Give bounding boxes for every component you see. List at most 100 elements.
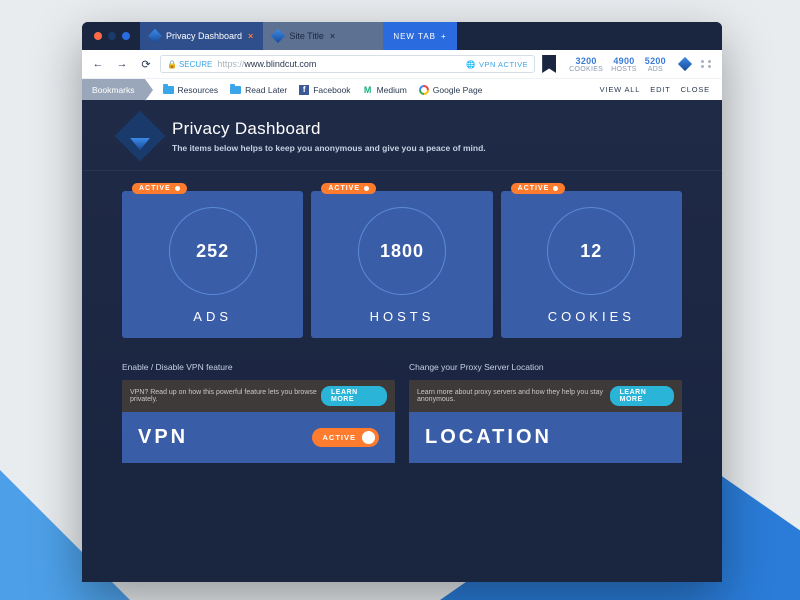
url-input[interactable]: 🔒 SECURE https://www.blindcut.com 🌐 VPN … bbox=[160, 55, 535, 73]
page-subtitle: The items below helps to keep you anonym… bbox=[172, 143, 486, 153]
lock-icon: 🔒 bbox=[167, 60, 177, 69]
vpn-toggle[interactable]: ACTIVE bbox=[312, 428, 379, 447]
card-hosts[interactable]: ACTIVE 1800 HOSTS bbox=[311, 191, 492, 338]
page-content: Privacy Dashboard The items below helps … bbox=[82, 100, 722, 483]
url-domain: www.blindcut.com bbox=[244, 59, 316, 69]
stat-cookies: 3200 COOKIES bbox=[569, 56, 603, 73]
reload-button[interactable]: ⟳ bbox=[136, 54, 156, 74]
feature-body: VPN ACTIVE bbox=[122, 412, 395, 463]
tab-label: Privacy Dashboard bbox=[166, 31, 242, 41]
blocker-stats: 3200 COOKIES 4900 HOSTS 5200 ADS bbox=[563, 56, 672, 73]
tab-strip: Privacy Dashboard × Site Title × NEW TAB… bbox=[82, 22, 722, 50]
stat-hosts: 4900 HOSTS bbox=[611, 56, 637, 73]
stat-ads: 5200 ADS bbox=[645, 56, 666, 73]
menu-button[interactable] bbox=[698, 57, 716, 71]
card-label: ADS bbox=[193, 309, 232, 324]
page-title: Privacy Dashboard bbox=[172, 119, 486, 139]
toggle-label: ACTIVE bbox=[322, 433, 356, 442]
bookmark-medium[interactable]: M Medium bbox=[363, 85, 407, 95]
folder-icon bbox=[163, 86, 174, 94]
back-button[interactable]: ← bbox=[88, 54, 108, 74]
bookmark-read-later[interactable]: Read Later bbox=[230, 85, 287, 95]
feature-vpn: Enable / Disable VPN feature VPN? Read u… bbox=[122, 362, 395, 463]
feature-title: LOCATION bbox=[425, 426, 552, 449]
stat-ring: 252 bbox=[169, 207, 257, 295]
active-badge: ACTIVE bbox=[321, 183, 376, 194]
feature-caption: Change your Proxy Server Location bbox=[409, 362, 682, 372]
stat-value: 12 bbox=[580, 241, 602, 262]
new-tab-button[interactable]: NEW TAB + bbox=[383, 22, 456, 50]
app-logo-icon bbox=[122, 118, 158, 154]
bookmarks-bar: Bookmarks Resources Read Later f Facebook… bbox=[82, 78, 722, 100]
learn-more-button[interactable]: LEARN MORE bbox=[610, 386, 674, 406]
stat-label: HOSTS bbox=[611, 66, 637, 73]
close-window-icon[interactable] bbox=[94, 32, 102, 40]
secure-label: SECURE bbox=[179, 60, 212, 69]
plus-icon: + bbox=[441, 32, 447, 41]
bookmark-icon[interactable] bbox=[542, 55, 556, 73]
app-diamond-icon bbox=[271, 29, 285, 43]
page-header: Privacy Dashboard The items below helps … bbox=[82, 100, 722, 170]
maximize-window-icon[interactable] bbox=[122, 32, 130, 40]
vpn-active-badge: 🌐 VPN ACTIVE bbox=[466, 60, 528, 69]
bookmark-label: Medium bbox=[377, 85, 407, 95]
card-cookies[interactable]: ACTIVE 12 COOKIES bbox=[501, 191, 682, 338]
learn-more-button[interactable]: LEARN MORE bbox=[321, 386, 387, 406]
feature-panels: Enable / Disable VPN feature VPN? Read u… bbox=[82, 356, 722, 463]
stat-ring: 12 bbox=[547, 207, 635, 295]
feature-body: LOCATION bbox=[409, 412, 682, 463]
bookmark-facebook[interactable]: f Facebook bbox=[299, 85, 350, 95]
stat-value: 3200 bbox=[569, 56, 603, 66]
stat-value: 1800 bbox=[380, 241, 424, 262]
secure-badge: 🔒 SECURE bbox=[167, 60, 212, 69]
app-diamond-icon[interactable] bbox=[678, 57, 692, 71]
app-diamond-icon bbox=[148, 29, 162, 43]
tab-privacy-dashboard[interactable]: Privacy Dashboard × bbox=[140, 22, 263, 50]
address-bar: ← → ⟳ 🔒 SECURE https://www.blindcut.com … bbox=[82, 50, 722, 78]
tab-site-title[interactable]: Site Title × bbox=[263, 22, 383, 50]
feature-info-bar: VPN? Read up on how this powerful featur… bbox=[122, 380, 395, 412]
close-tab-icon[interactable]: × bbox=[248, 31, 253, 41]
card-label: HOSTS bbox=[370, 309, 435, 324]
vpn-label: VPN ACTIVE bbox=[479, 60, 528, 69]
new-tab-label: NEW TAB bbox=[393, 32, 436, 41]
google-icon bbox=[419, 85, 429, 95]
card-label: COOKIES bbox=[548, 309, 635, 324]
stat-label: COOKIES bbox=[569, 66, 603, 73]
minimize-window-icon[interactable] bbox=[108, 32, 116, 40]
view-all-button[interactable]: VIEW ALL bbox=[600, 85, 641, 94]
stat-value: 5200 bbox=[645, 56, 666, 66]
facebook-icon: f bbox=[299, 85, 309, 95]
medium-icon: M bbox=[363, 85, 373, 95]
folder-icon bbox=[230, 86, 241, 94]
url-protocol: https:// bbox=[217, 59, 244, 69]
feature-info-bar: Learn more about proxy servers and how t… bbox=[409, 380, 682, 412]
close-button[interactable]: CLOSE bbox=[681, 85, 710, 94]
feature-info-text: Learn more about proxy servers and how t… bbox=[417, 389, 610, 403]
edit-button[interactable]: EDIT bbox=[650, 85, 670, 94]
stat-cards: ACTIVE 252 ADS ACTIVE 1800 HOSTS ACTIVE … bbox=[82, 171, 722, 356]
tab-label: Site Title bbox=[289, 31, 324, 41]
feature-location: Change your Proxy Server Location Learn … bbox=[409, 362, 682, 463]
window-controls[interactable] bbox=[90, 22, 140, 50]
bookmark-label: Resources bbox=[178, 85, 219, 95]
bookmark-label: Facebook bbox=[313, 85, 350, 95]
bookmark-resources[interactable]: Resources bbox=[163, 85, 219, 95]
active-badge: ACTIVE bbox=[511, 183, 566, 194]
close-tab-icon[interactable]: × bbox=[330, 31, 335, 41]
stat-value: 252 bbox=[196, 241, 229, 262]
forward-button[interactable]: → bbox=[112, 54, 132, 74]
bookmark-google[interactable]: Google Page bbox=[419, 85, 483, 95]
bookmark-label: Read Later bbox=[245, 85, 287, 95]
feature-caption: Enable / Disable VPN feature bbox=[122, 362, 395, 372]
bookmark-label: Google Page bbox=[433, 85, 483, 95]
stat-ring: 1800 bbox=[358, 207, 446, 295]
feature-title: VPN bbox=[138, 426, 188, 449]
globe-icon: 🌐 bbox=[466, 60, 476, 69]
browser-window: Privacy Dashboard × Site Title × NEW TAB… bbox=[82, 22, 722, 582]
bookmarks-label: Bookmarks bbox=[82, 79, 145, 100]
card-ads[interactable]: ACTIVE 252 ADS bbox=[122, 191, 303, 338]
stat-value: 4900 bbox=[611, 56, 637, 66]
stat-label: ADS bbox=[645, 66, 666, 73]
active-badge: ACTIVE bbox=[132, 183, 187, 194]
